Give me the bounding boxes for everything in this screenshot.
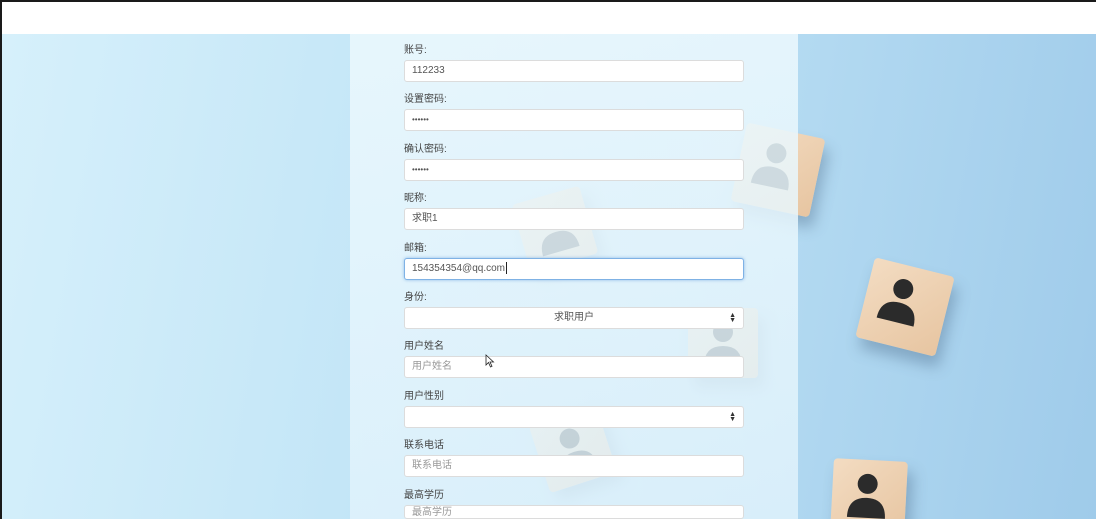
phone-field: 联系电话 联系电话 — [404, 439, 744, 477]
nickname-input[interactable]: 求职1 — [404, 208, 744, 230]
phone-label: 联系电话 — [404, 440, 444, 451]
role-value: 求职用户 — [554, 312, 594, 323]
confirm-password-input[interactable]: •••••• — [404, 159, 744, 181]
email-field: 邮箱: 154354354@qq.com — [404, 242, 744, 280]
real-name-input[interactable]: 用户姓名 — [404, 356, 744, 378]
gender-select[interactable]: ▲ ▼ — [404, 406, 744, 428]
nickname-field: 昵称: 求职1 — [404, 192, 744, 230]
password-input[interactable]: •••••• — [404, 109, 744, 131]
gender-field: 用户性别 ▲ ▼ — [404, 390, 744, 428]
phone-input[interactable]: 联系电话 — [404, 455, 744, 477]
password-label: 设置密码: — [404, 94, 447, 105]
password-field: 设置密码: •••••• — [404, 93, 744, 131]
account-input[interactable]: 112233 — [404, 60, 744, 82]
account-field: 账号: 112233 — [404, 44, 744, 82]
education-input[interactable]: 最高学历 — [404, 505, 744, 519]
real-name-field: 用户姓名 用户姓名 — [404, 340, 744, 378]
email-value: 154354354@qq.com — [412, 263, 505, 274]
nickname-label: 昵称: — [404, 193, 427, 204]
person-cube-icon — [855, 257, 955, 357]
email-label: 邮箱: — [404, 243, 427, 254]
person-cube-icon — [830, 458, 908, 519]
role-select[interactable]: 求职用户 ▲ ▼ — [404, 307, 744, 329]
education-label: 最高学历 — [404, 490, 444, 501]
account-label: 账号: — [404, 45, 427, 56]
role-field: 身份: 求职用户 ▲ ▼ — [404, 291, 744, 329]
up-down-caret-icon: ▲ ▼ — [729, 411, 736, 423]
role-label: 身份: — [404, 292, 427, 303]
real-name-label: 用户姓名 — [404, 341, 444, 352]
confirm-password-label: 确认密码: — [404, 144, 447, 155]
email-input[interactable]: 154354354@qq.com — [404, 258, 744, 280]
text-cursor — [506, 262, 507, 275]
confirm-password-field: 确认密码: •••••• — [404, 143, 744, 181]
registration-form: 账号: 112233 设置密码: •••••• 确认密码: •••••• 昵称:… — [350, 34, 798, 519]
up-down-caret-icon: ▲ ▼ — [729, 312, 736, 324]
mouse-pointer-icon — [485, 354, 495, 368]
gender-label: 用户性别 — [404, 391, 444, 402]
top-bar — [0, 0, 1096, 34]
education-field: 最高学历 最高学历 — [404, 489, 744, 519]
